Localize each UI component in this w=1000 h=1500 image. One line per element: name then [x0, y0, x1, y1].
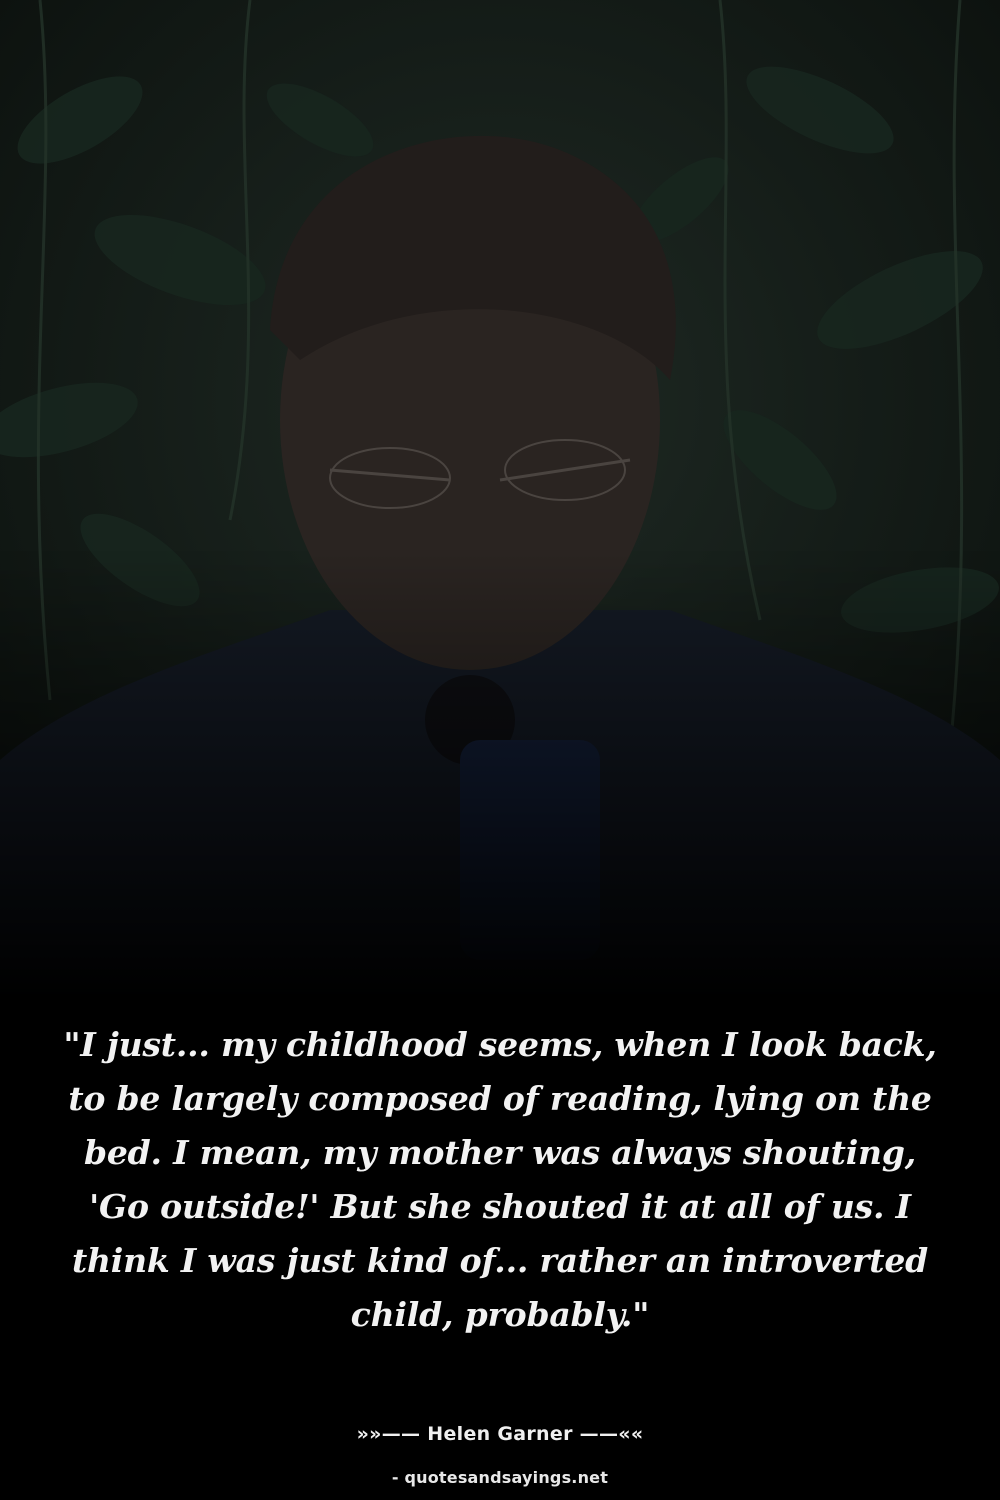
- author-attribution: »»—— Helen Garner ——««: [356, 1423, 644, 1445]
- quote-poster: "I just... my childhood seems, when I lo…: [0, 0, 1000, 1500]
- quote-block: "I just... my childhood seems, when I lo…: [50, 1018, 950, 1342]
- photo-bottom-fade: [0, 0, 1000, 1000]
- source-credit: - quotesandsayings.net: [391, 1468, 609, 1487]
- quote-text: "I just... my childhood seems, when I lo…: [63, 1025, 937, 1334]
